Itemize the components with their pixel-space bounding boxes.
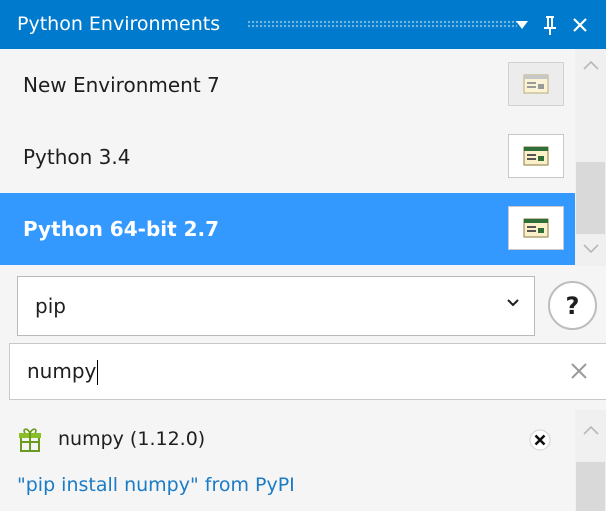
environment-name: Python 64-bit 2.7	[23, 217, 220, 241]
scroll-up-arrow-icon[interactable]	[575, 418, 606, 442]
help-button[interactable]: ?	[548, 281, 597, 330]
environment-item-new-environment-7[interactable]: New Environment 7	[0, 49, 575, 121]
environment-properties-button[interactable]	[508, 206, 564, 250]
package-manager-select[interactable]: pip	[17, 276, 535, 336]
text-cursor	[97, 360, 99, 385]
clear-search-icon[interactable]	[568, 360, 590, 382]
scroll-thumb[interactable]	[576, 162, 605, 234]
environment-list-scrollbar[interactable]	[575, 49, 606, 266]
package-search-input[interactable]: numpy	[9, 343, 606, 400]
environment-item-python-3-4[interactable]: Python 3.4	[0, 121, 575, 193]
package-manager-value: pip	[35, 294, 66, 318]
package-gift-icon	[19, 428, 41, 452]
search-value-wrap: numpy	[27, 344, 99, 399]
environment-name: Python 3.4	[23, 145, 131, 169]
pin-icon[interactable]	[537, 0, 563, 49]
results-scrollbar[interactable]	[575, 410, 606, 511]
environment-item-python-64-bit-2-7[interactable]: Python 64-bit 2.7	[0, 193, 575, 265]
close-icon[interactable]	[567, 0, 593, 49]
window-title: Python Environments	[17, 13, 221, 35]
environment-properties-button[interactable]	[508, 62, 564, 106]
scroll-thumb[interactable]	[576, 462, 605, 511]
environment-properties-icon	[523, 74, 549, 94]
scroll-up-arrow-icon[interactable]	[575, 53, 606, 77]
environment-name: New Environment 7	[23, 73, 220, 97]
chevron-down-icon	[507, 299, 519, 307]
pip-install-link[interactable]: "pip install numpy" from PyPI	[17, 474, 295, 496]
scroll-down-arrow-icon[interactable]	[575, 237, 606, 261]
environment-properties-icon	[523, 146, 549, 166]
drag-grip[interactable]	[247, 20, 517, 29]
search-results: numpy (1.12.0) "pip install numpy" from …	[0, 410, 606, 511]
package-label: numpy (1.12.0)	[58, 428, 206, 450]
package-row[interactable]: numpy (1.12.0)	[0, 410, 575, 464]
title-bar: Python Environments	[0, 0, 606, 49]
environment-properties-button[interactable]	[508, 134, 564, 178]
uninstall-package-button[interactable]	[528, 428, 552, 452]
search-value: numpy	[27, 359, 97, 383]
uninstall-x-icon	[529, 429, 551, 451]
environment-properties-icon	[523, 218, 549, 238]
window-menu-dropdown-icon[interactable]	[509, 0, 535, 49]
environment-list: New Environment 7 Python 3.4 Python 64-b…	[0, 49, 606, 266]
